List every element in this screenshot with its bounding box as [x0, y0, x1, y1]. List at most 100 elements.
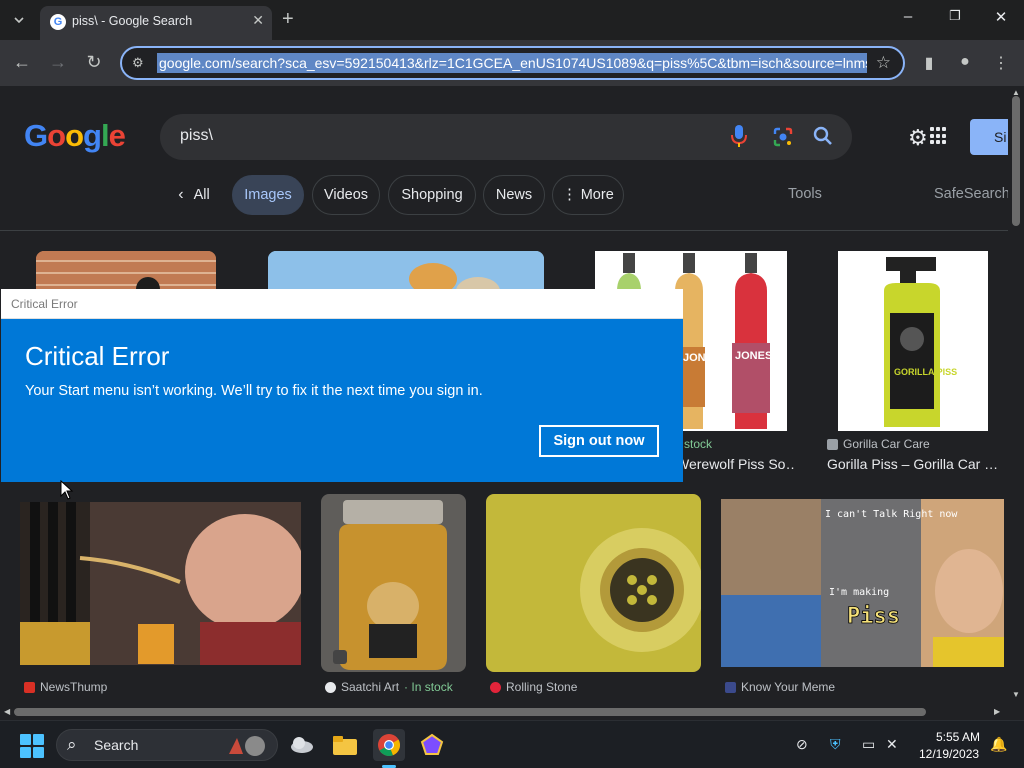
result-source-4[interactable]: Gorilla Car Care	[827, 437, 930, 451]
new-tab-button[interactable]: +	[282, 8, 294, 30]
scroll-down-icon[interactable]: ▼	[1012, 690, 1020, 699]
result-title-4[interactable]: Gorilla Piss – Gorilla Car …	[827, 456, 1002, 472]
search-box[interactable]: piss\	[160, 114, 852, 160]
taskbar-search-label: Search	[94, 737, 139, 753]
sign-out-button[interactable]: Sign out now	[539, 425, 659, 457]
tab-title: piss\ - Google Search	[72, 14, 193, 28]
vertical-scrollbar[interactable]: ▲ ▼	[1008, 86, 1024, 704]
bookmark-star-icon[interactable]: ☆	[876, 53, 891, 73]
notification-bell-icon[interactable]: 🔔	[990, 736, 1007, 753]
search-highlight-icon	[229, 736, 265, 756]
tools-link[interactable]: Tools	[788, 186, 822, 202]
rolling-stone-favicon-icon	[490, 681, 501, 693]
tab-strip: G piss\ - Google Search ✕ + – ❐ ✕	[0, 0, 1024, 40]
meme-caption-mid: I'm making	[829, 587, 889, 598]
filter-more[interactable]: ⋮ More	[552, 175, 624, 215]
filter-videos[interactable]: Videos	[312, 175, 380, 215]
result-image-4[interactable]: GORILLA PISS	[838, 251, 988, 431]
dialog-message: Your Start menu isn’t working. We’ll try…	[25, 383, 483, 399]
profile-icon[interactable]: ●	[954, 53, 976, 71]
jar-figure-image	[321, 494, 466, 672]
google-apps-icon[interactable]	[930, 127, 948, 145]
taskbar-search-box[interactable]: ⌕ Search	[56, 729, 278, 761]
chevron-down-icon	[14, 17, 24, 23]
result-image-8[interactable]: I can't Talk Right now I'm making Piss	[721, 499, 1004, 667]
microphone-icon[interactable]	[730, 124, 748, 148]
horizontal-scroll-thumb[interactable]	[14, 708, 926, 716]
gorilla-car-care-favicon-icon	[827, 438, 838, 450]
search-icon[interactable]	[812, 125, 834, 147]
forward-button[interactable]: →	[46, 52, 70, 72]
result-source-5[interactable]: NewsThump	[24, 680, 107, 694]
gorilla-label: GORILLA PISS	[894, 367, 957, 377]
mouse-cursor-icon	[60, 480, 74, 500]
newsthump-favicon-icon	[24, 681, 35, 693]
meme-caption-word: Piss	[847, 604, 900, 629]
google-favicon-icon: G	[50, 14, 66, 30]
back-button[interactable]: ←	[10, 52, 34, 72]
dialog-titlebar[interactable]: Critical Error	[1, 289, 683, 319]
chrome-icon[interactable]	[373, 729, 405, 761]
filter-news[interactable]: News	[483, 175, 545, 215]
menu-kebab-icon[interactable]: ⋮	[990, 53, 1012, 73]
dialog-heading: Critical Error	[25, 341, 170, 371]
google-lens-icon[interactable]	[772, 126, 794, 148]
browser-tab[interactable]: G piss\ - Google Search ✕	[40, 6, 272, 40]
scroll-right-icon[interactable]: ▶	[994, 707, 1000, 716]
tab-search-button[interactable]	[6, 8, 32, 32]
safesearch-link[interactable]: SafeSearch	[934, 186, 1008, 202]
minimize-button[interactable]: –	[893, 8, 923, 25]
search-icon: ⌕	[67, 735, 77, 754]
weather-cloud-icon[interactable]	[286, 729, 318, 761]
close-window-button[interactable]: ✕	[986, 8, 1016, 26]
address-bar[interactable]: ⚙ google.com/search?sca_esv=592150413&rl…	[120, 46, 905, 80]
pub-man-drinking-image	[20, 502, 301, 665]
search-input[interactable]: piss\	[180, 127, 213, 145]
browser-toolbar: ← → ↻ ⚙ google.com/search?sca_esv=592150…	[0, 40, 1024, 86]
taskbar: ⌕ Search ⊘ ⛨ ▭ ✕ 5:55 AM 12/19/2023 🔔	[0, 720, 1024, 768]
filter-shopping[interactable]: Shopping	[388, 175, 476, 215]
result-image-6[interactable]	[321, 494, 466, 672]
divider	[0, 230, 1008, 231]
know-your-meme-favicon-icon	[725, 681, 736, 693]
clock-time[interactable]: 5:55 AM	[936, 730, 980, 744]
chevron-left-icon: ‹	[178, 186, 184, 203]
windows-start-icon[interactable]	[20, 734, 44, 758]
vertical-scroll-thumb[interactable]	[1012, 96, 1020, 226]
piss-meme-image: I can't Talk Right now I'm making Piss	[721, 499, 1004, 667]
restore-button[interactable]: ❐	[940, 8, 970, 24]
display-icon[interactable]: ▭	[862, 736, 875, 753]
filter-all[interactable]: ‹ All	[166, 175, 222, 215]
more-vertical-icon: ⋮	[562, 187, 577, 203]
side-panel-icon[interactable]: ▮	[918, 53, 940, 73]
tab-close-icon[interactable]: ✕	[252, 12, 264, 29]
result-image-5[interactable]	[20, 502, 301, 665]
defender-shield-icon[interactable]: ⛨	[830, 736, 841, 753]
horizontal-scrollbar[interactable]: ◀ ▶	[0, 704, 1008, 720]
result-source-7[interactable]: Rolling Stone	[490, 680, 577, 694]
network-off-icon[interactable]: ⊘	[796, 736, 808, 753]
sign-in-button[interactable]: Si	[970, 119, 1008, 155]
scroll-left-icon[interactable]: ◀	[4, 707, 10, 716]
result-source-3[interactable]: stock	[684, 437, 712, 451]
gorilla-piss-bottle-image: GORILLA PISS	[838, 251, 988, 431]
filter-images[interactable]: Images	[232, 175, 304, 215]
sink-drain-image	[486, 494, 701, 672]
gear-icon[interactable]: ⚙	[908, 125, 928, 151]
volume-mute-icon[interactable]: ✕	[886, 736, 898, 753]
google-logo[interactable]: Google	[24, 118, 126, 154]
file-explorer-icon[interactable]	[329, 729, 361, 761]
saatchi-art-favicon-icon	[325, 681, 336, 693]
pentagon-app-icon[interactable]	[416, 729, 448, 761]
result-title-3[interactable]: Werewolf Piss So…	[676, 456, 796, 472]
critical-error-dialog: Critical Error Critical Error Your Start…	[1, 289, 683, 482]
result-image-7[interactable]	[486, 494, 701, 672]
reload-button[interactable]: ↻	[82, 52, 106, 72]
dialog-window-title: Critical Error	[11, 297, 78, 311]
clock-date[interactable]: 12/19/2023	[919, 747, 979, 761]
result-source-8[interactable]: Know Your Meme	[725, 680, 835, 694]
site-info-icon[interactable]: ⚙	[132, 55, 144, 71]
search-filters: ‹ All Images Videos Shopping News ⋮ More…	[0, 175, 1008, 215]
result-source-6[interactable]: Saatchi Art · In stock	[325, 680, 453, 694]
url-text[interactable]: google.com/search?sca_esv=592150413&rlz=…	[157, 53, 867, 73]
